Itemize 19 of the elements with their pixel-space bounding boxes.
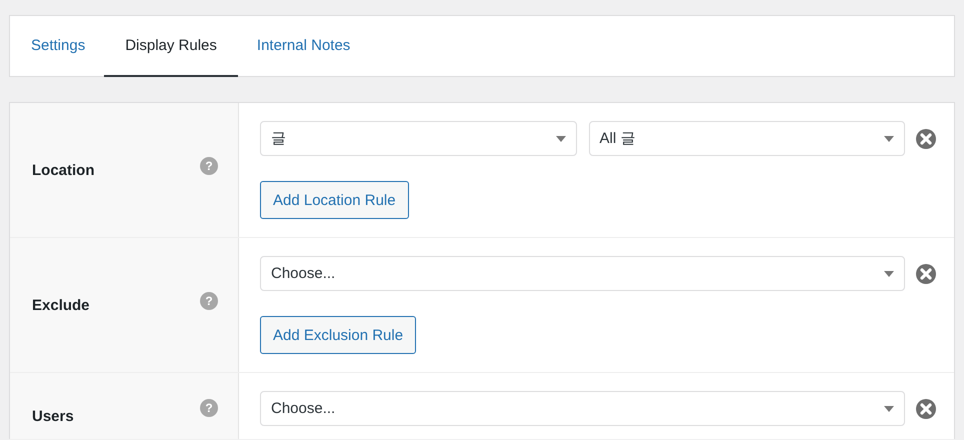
caret-icon <box>884 136 894 142</box>
select-field[interactable]: Choose... <box>260 256 905 291</box>
add-rule-button[interactable]: Add Location Rule <box>260 181 409 219</box>
add-rule-button[interactable]: Add Exclusion Rule <box>260 316 416 354</box>
select-field[interactable]: 글 <box>260 121 576 156</box>
rule-label: Location <box>32 162 94 178</box>
select-field[interactable]: Choose... <box>260 391 905 426</box>
remove-icon[interactable] <box>916 264 936 284</box>
tab[interactable]: Settings <box>10 16 106 77</box>
remove-icon[interactable] <box>916 128 936 148</box>
caret-icon <box>556 136 566 142</box>
tab[interactable]: Display Rules <box>104 16 238 77</box>
select-field[interactable]: All 글 <box>588 121 905 156</box>
rule-label: Users <box>32 408 74 425</box>
tab[interactable]: Internal Notes <box>236 16 372 77</box>
caret-icon <box>884 270 894 276</box>
rule-label: Exclude <box>32 296 90 314</box>
caret-icon <box>884 406 894 412</box>
remove-icon[interactable] <box>916 398 936 418</box>
